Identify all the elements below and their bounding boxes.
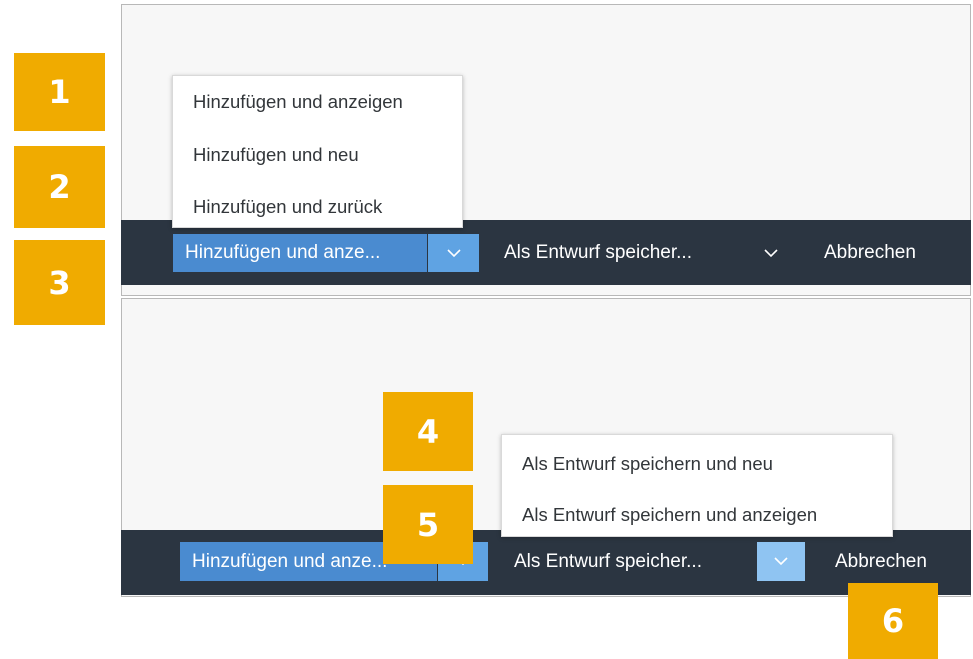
top-footer-toolbar: Hinzufügen und anze... Als Entwurf speic… (121, 220, 971, 285)
add-options-menu: Hinzufügen und anzeigen Hinzufügen und n… (172, 75, 463, 228)
save-draft-label: Als Entwurf speicher... (504, 242, 692, 263)
menu-item-save-draft-and-new[interactable]: Als Entwurf speichern und neu (522, 453, 773, 475)
callout-badge-1: 1 (14, 53, 105, 131)
cancel-label: Abbrechen (835, 550, 927, 572)
callout-badge-5: 5 (383, 485, 473, 564)
cancel-button[interactable]: Abbrechen (824, 234, 916, 272)
callout-badge-4: 4 (383, 392, 473, 471)
callout-badge-3: 3 (14, 240, 105, 325)
add-and-show-label: Hinzufügen und anze... (192, 550, 388, 572)
menu-item-add-and-show[interactable]: Hinzufügen und anzeigen (193, 91, 403, 113)
cancel-label: Abbrechen (824, 242, 916, 263)
add-options-dropdown-button[interactable] (428, 234, 479, 272)
callout-badge-2: 2 (14, 146, 105, 228)
chevron-down-icon (446, 248, 461, 257)
save-draft-dropdown-button[interactable] (751, 234, 791, 272)
menu-item-save-draft-and-show[interactable]: Als Entwurf speichern und anzeigen (522, 504, 817, 526)
cancel-button[interactable]: Abbrechen (835, 542, 927, 581)
save-draft-options-menu: Als Entwurf speichern und neu Als Entwur… (501, 434, 893, 537)
save-draft-label: Als Entwurf speicher... (514, 550, 702, 572)
bottom-footer-toolbar: Hinzufügen und anze... Als Entwurf speic… (121, 530, 971, 595)
menu-item-add-and-new[interactable]: Hinzufügen und neu (193, 144, 359, 166)
add-and-show-button[interactable]: Hinzufügen und anze... (173, 234, 427, 272)
menu-item-add-and-back[interactable]: Hinzufügen und zurück (193, 196, 382, 218)
save-draft-button[interactable]: Als Entwurf speicher... (514, 542, 702, 581)
chevron-down-icon (764, 248, 778, 257)
chevron-down-icon (774, 557, 788, 566)
callout-badge-6: 6 (848, 583, 938, 659)
save-draft-dropdown-button[interactable] (757, 542, 805, 581)
add-and-show-label: Hinzufügen und anze... (185, 242, 381, 263)
save-draft-button[interactable]: Als Entwurf speicher... (504, 234, 692, 272)
